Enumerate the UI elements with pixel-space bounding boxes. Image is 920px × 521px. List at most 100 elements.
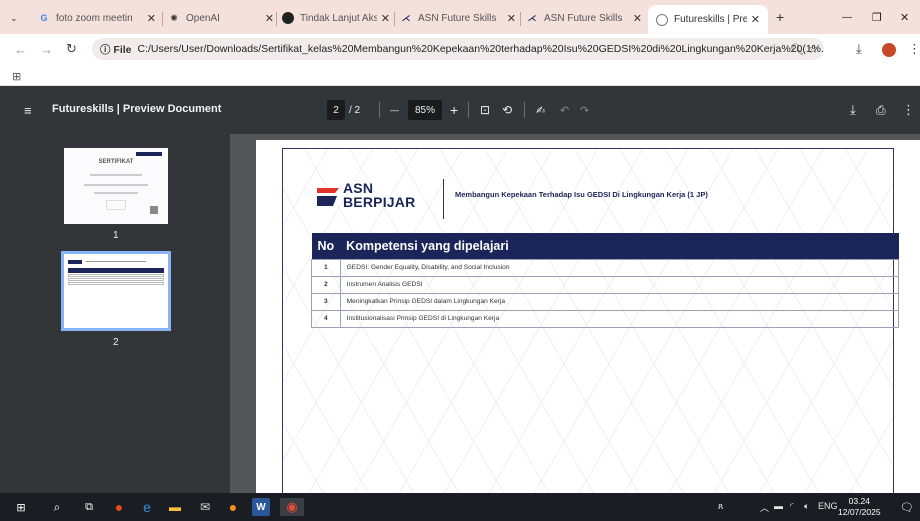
- row-text: Instrumen Analisis GEDSI: [339, 275, 900, 294]
- thumbnail-title: SERTIFIKAT: [98, 159, 134, 165]
- firefox-app-icon[interactable]: ●: [224, 498, 242, 516]
- header-competency: Kompetensi yang dipelajari: [340, 233, 899, 259]
- chrome-app-icon[interactable]: ◉: [280, 498, 304, 516]
- row-number: 4: [311, 309, 341, 328]
- tab-search-chevron-icon[interactable]: ⌄: [10, 8, 18, 28]
- close-tab-icon[interactable]: ✕: [265, 12, 274, 25]
- row-text: Institusionalisasi Prinsip GEDSI di Ling…: [339, 309, 900, 328]
- document-area[interactable]: ASN BERPIJAR Membangun Kepekaan Terhadap…: [230, 134, 920, 493]
- page-thumbnail-2[interactable]: [61, 251, 171, 331]
- fit-page-icon[interactable]: ⊡: [480, 100, 490, 120]
- print-icon[interactable]: ⎙: [876, 100, 886, 120]
- office-app-icon[interactable]: ●: [110, 498, 128, 516]
- close-tab-icon[interactable]: ✕: [633, 12, 642, 25]
- zoom-in-button[interactable]: +: [450, 100, 458, 120]
- table-row: 3 Meningkatkan Prinsip GEDSI dalam Lingk…: [311, 292, 900, 311]
- file-explorer-icon[interactable]: ▬: [166, 498, 184, 516]
- row-number: 3: [311, 292, 341, 311]
- page-number-input[interactable]: 2: [327, 100, 345, 120]
- close-window-button[interactable]: ✕: [900, 7, 909, 27]
- tab-asn-future-skills-1[interactable]: ⋌ ASN Future Skills ✕: [400, 7, 517, 29]
- profile-avatar[interactable]: [882, 43, 896, 57]
- header-divider: [443, 179, 444, 219]
- asn-berpijar-logo: ASN BERPIJAR: [317, 181, 415, 209]
- tab-openai[interactable]: ✺ OpenAI ✕: [168, 7, 274, 29]
- pdf-more-icon[interactable]: ⋮: [902, 100, 915, 120]
- header-no: No: [311, 233, 341, 259]
- forward-icon[interactable]: →: [40, 39, 53, 59]
- page-thumbnail-1[interactable]: SERTIFIKAT: [64, 148, 168, 224]
- back-icon[interactable]: ←: [14, 39, 27, 59]
- download-icon[interactable]: ⤓: [856, 39, 862, 59]
- browser-toolbar: ← → ↻ ⓘ File C:/Users/User/Downloads/Ser…: [0, 34, 920, 64]
- task-view-icon[interactable]: ⧉: [80, 498, 98, 516]
- new-tab-button[interactable]: +: [776, 7, 784, 27]
- browser-menu-icon[interactable]: ⋮: [908, 39, 920, 59]
- restore-button[interactable]: ❐: [872, 7, 882, 27]
- pdf-download-icon[interactable]: ⤓: [850, 100, 856, 120]
- notifications-icon[interactable]: 🗨︎: [898, 498, 916, 516]
- thumbnail-line: [94, 192, 138, 194]
- globe-icon: [656, 13, 668, 26]
- close-tab-icon[interactable]: ✕: [147, 12, 156, 25]
- bookmark-star-icon[interactable]: ☆: [808, 39, 819, 59]
- tab-foto-zoom[interactable]: G foto zoom meetin ✕: [38, 7, 156, 29]
- close-tab-icon[interactable]: ✕: [751, 13, 760, 26]
- show-hidden-icons-chevron[interactable]: ︿: [760, 501, 769, 514]
- tab-asn-future-skills-2[interactable]: ⋌ ASN Future Skills ✕: [526, 7, 643, 29]
- thumbnail-header-bar: [136, 152, 162, 156]
- zoom-level-input[interactable]: 85%: [408, 100, 442, 120]
- minimize-button[interactable]: —: [842, 7, 852, 27]
- tab-strip: ⌄ G foto zoom meetin ✕ ✺ OpenAI ✕ Tindak…: [0, 0, 920, 34]
- tab-tindak-lanjut[interactable]: Tindak Lanjut Aksi ✕: [282, 7, 390, 29]
- tab-futureskills-preview[interactable]: Futureskills | Previ ✕: [648, 5, 768, 34]
- thumbnail-sidebar: SERTIFIKAT 1 2: [0, 134, 230, 493]
- page-border: ASN BERPIJAR Membangun Kepekaan Terhadap…: [282, 148, 900, 493]
- thumbnail-number-1: 1: [113, 230, 119, 241]
- competency-table: No Kompetensi yang dipelajari 1 GEDSI: G…: [311, 233, 900, 328]
- zoom-icon[interactable]: 🔍︎: [790, 39, 804, 59]
- sidebar-menu-icon[interactable]: ≡: [24, 100, 32, 120]
- battery-icon[interactable]: ▬: [774, 501, 783, 511]
- course-heading: Membangun Kepekaan Terhadap Isu GEDSI Di…: [455, 190, 708, 199]
- thumbnail-table-row: [68, 274, 164, 277]
- edge-app-icon[interactable]: e: [138, 498, 156, 516]
- thumbnail-qr: [150, 206, 158, 214]
- tab-separator: [394, 12, 395, 26]
- word-app-icon[interactable]: W: [252, 498, 270, 516]
- row-number: 1: [311, 258, 341, 277]
- toolbar-divider: [468, 102, 469, 118]
- thumbnail-table-row: [68, 278, 164, 281]
- pdf-toolbar: ≡ Futureskills | Preview Document 2 / 2 …: [0, 86, 920, 134]
- asn-icon: ⋌: [401, 12, 411, 23]
- apps-grid-icon[interactable]: ⊞: [12, 66, 21, 86]
- address-bar[interactable]: ⓘ File C:/Users/User/Downloads/Sertifika…: [92, 38, 824, 60]
- rotate-icon[interactable]: ⟲: [502, 100, 512, 120]
- mail-app-icon[interactable]: ✉: [196, 498, 214, 516]
- tab-separator: [276, 12, 277, 26]
- thumbnail-signature: [106, 200, 126, 210]
- redo-icon[interactable]: ↷: [580, 100, 589, 120]
- url-text: C:/Users/User/Downloads/Sertifikat_kelas…: [137, 43, 824, 55]
- search-icon[interactable]: ⌕: [48, 498, 66, 516]
- thumbnail-logo: [68, 260, 82, 264]
- undo-icon[interactable]: ↶: [560, 100, 569, 120]
- close-tab-icon[interactable]: ✕: [507, 12, 516, 25]
- close-tab-icon[interactable]: ✕: [381, 12, 390, 25]
- language-indicator[interactable]: ENG: [818, 501, 838, 511]
- reload-icon[interactable]: ↻: [66, 39, 77, 59]
- zoom-out-button[interactable]: —: [390, 100, 399, 120]
- table-header-row: No Kompetensi yang dipelajari: [311, 233, 899, 259]
- volume-icon[interactable]: 🔈︎: [804, 501, 809, 512]
- network-icon[interactable]: ◜: [790, 501, 794, 512]
- windows-start-icon[interactable]: ⊞: [12, 498, 30, 516]
- site-info-chip[interactable]: ⓘ File: [100, 42, 132, 57]
- document-title: Futureskills | Preview Document: [52, 103, 222, 115]
- chatgpt-icon: [282, 12, 294, 24]
- system-clock[interactable]: 03.24 12/07/2025: [838, 496, 881, 518]
- people-icon[interactable]: ጸ: [718, 501, 723, 512]
- openai-icon: ✺: [170, 12, 178, 23]
- toolbar-divider: [379, 102, 380, 118]
- table-row: 1 GEDSI: Gender Equality, Disability, an…: [311, 258, 900, 277]
- annotate-icon[interactable]: ✍: [536, 100, 545, 120]
